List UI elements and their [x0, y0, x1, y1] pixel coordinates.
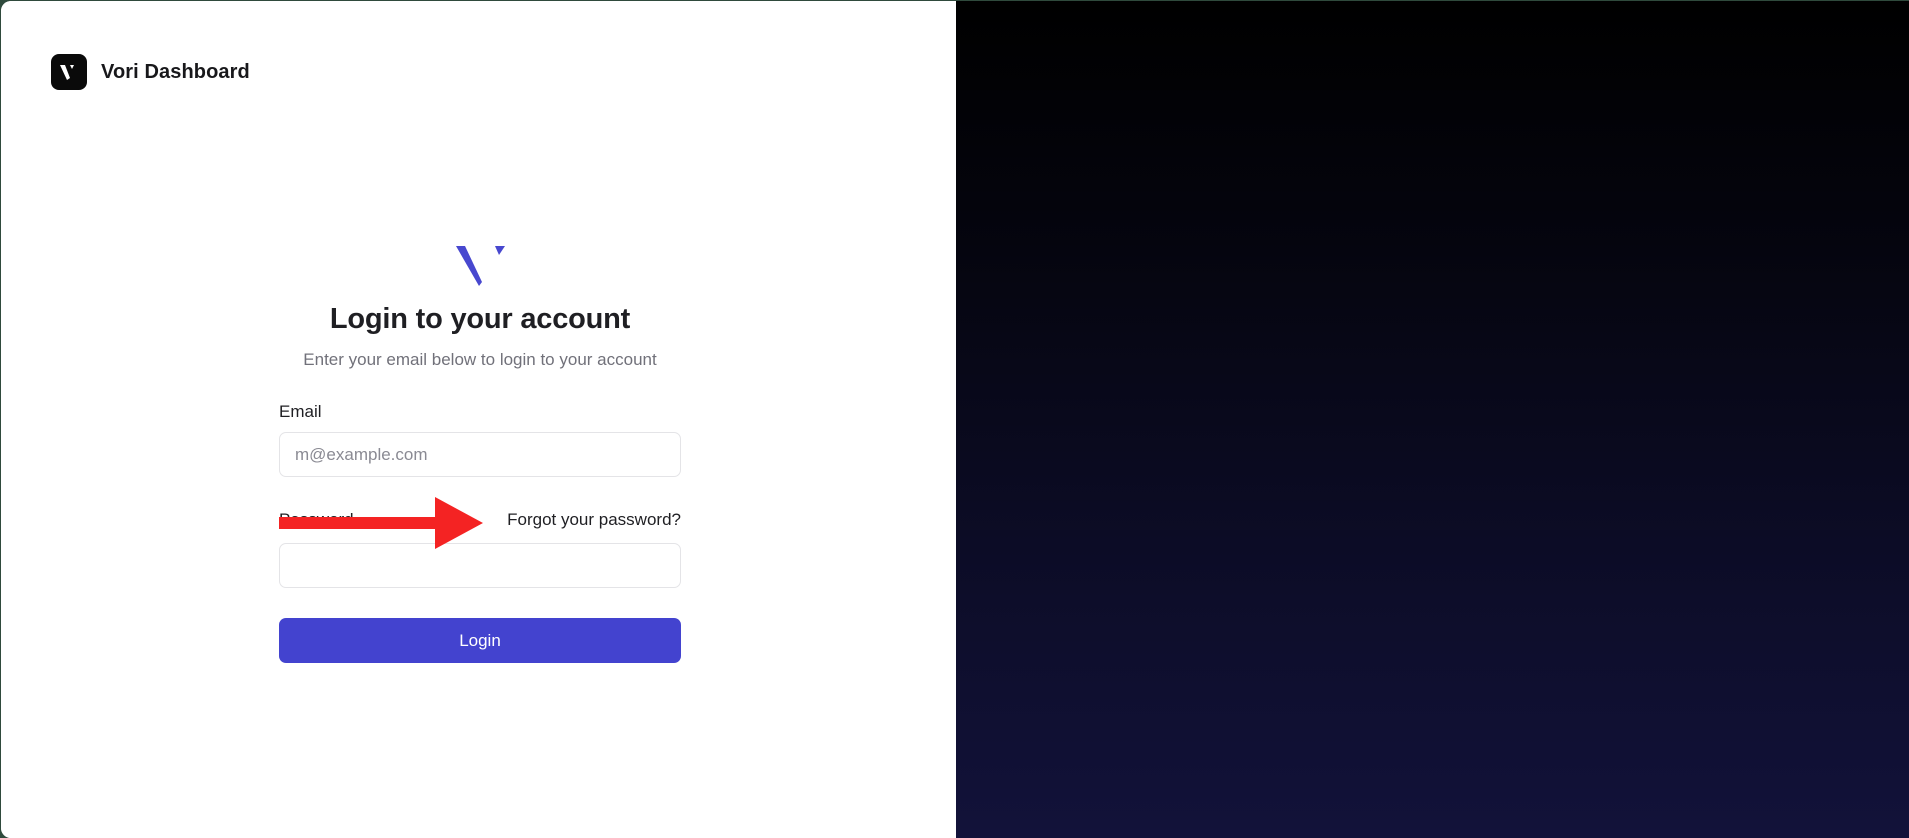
- password-label: Password: [279, 510, 354, 529]
- email-field[interactable]: [279, 432, 681, 477]
- hero-gradient-panel: [956, 1, 1909, 838]
- vori-v-logo-icon: [279, 241, 681, 289]
- forgot-password-link[interactable]: Forgot your password?: [507, 510, 681, 530]
- vori-logo-icon: [51, 54, 87, 90]
- login-subtitle: Enter your email below to login to your …: [303, 350, 657, 369]
- login-title: Login to your account: [329, 303, 631, 335]
- login-window: Vori Dashboard Login to your account Ent…: [1, 1, 1909, 838]
- email-label: Email: [279, 402, 322, 421]
- login-form: Login to your account Enter your email b…: [279, 241, 681, 663]
- password-row: Password Forgot your password?: [279, 497, 681, 549]
- login-button[interactable]: Login: [279, 618, 681, 663]
- brand-header: Vori Dashboard: [51, 54, 250, 90]
- login-pane: Vori Dashboard Login to your account Ent…: [1, 1, 956, 838]
- password-field[interactable]: [279, 543, 681, 588]
- brand-name: Vori Dashboard: [101, 60, 250, 83]
